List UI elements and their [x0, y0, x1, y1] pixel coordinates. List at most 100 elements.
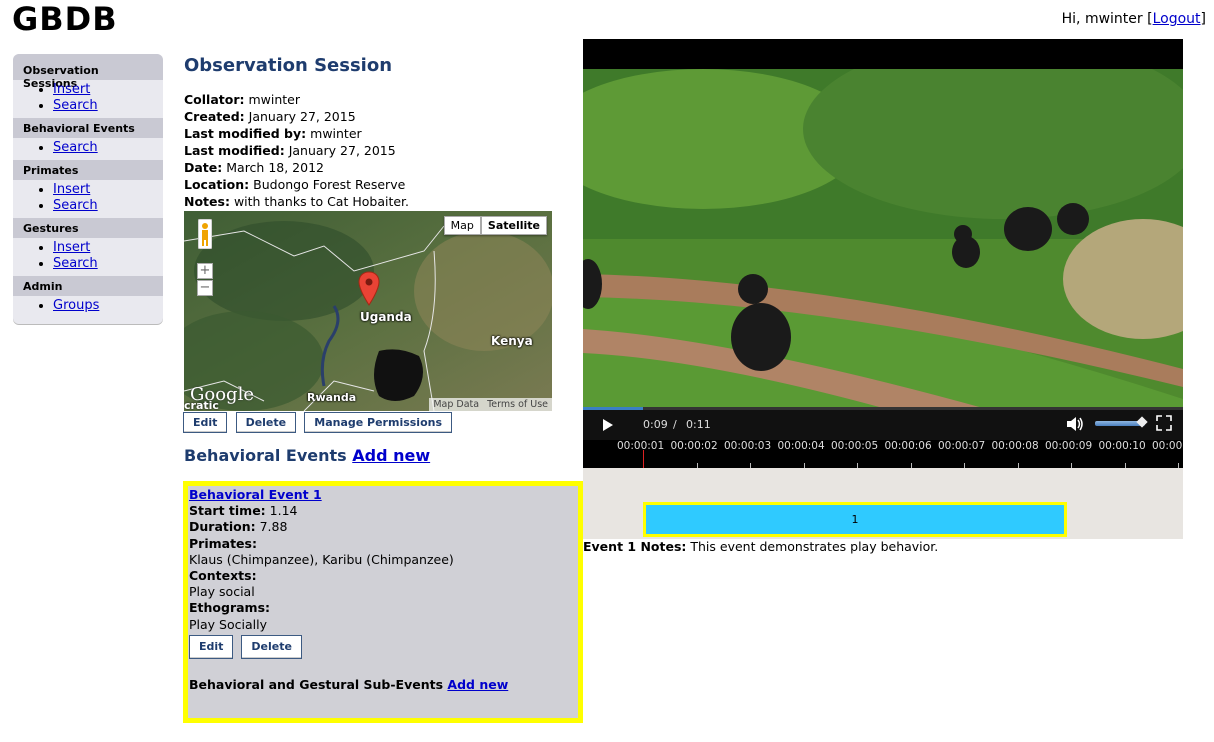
timeline-tick-label: 00:00:06 — [884, 440, 932, 452]
map-type-satellite-button[interactable]: Satellite — [480, 216, 547, 235]
field-label: Last modified: — [184, 143, 285, 158]
video-player[interactable] — [583, 39, 1183, 408]
behavioral-events-heading: Behavioral Events Add new — [184, 446, 430, 465]
sidebar-link-gestures-insert[interactable]: Insert — [53, 240, 90, 255]
start-time-label: Start time: — [189, 503, 266, 519]
field-date: Date: March 18, 2012 — [184, 159, 409, 176]
field-value: March 18, 2012 — [226, 160, 324, 175]
zoom-in-button[interactable]: + — [197, 263, 213, 279]
sidebar-list-primates: Insert Search — [13, 182, 163, 214]
primates-label-text: Primates: — [189, 535, 257, 551]
timeline-event-block[interactable]: 1 — [643, 502, 1067, 537]
field-location: Location: Budongo Forest Reserve — [184, 176, 409, 193]
sidebar-heading-gestures: Gestures — [13, 218, 163, 238]
sidebar-link-sessions-insert[interactable]: Insert — [53, 82, 90, 97]
location-map[interactable]: + − Map Satellite Uganda Kenya Rwanda Go… — [184, 211, 552, 411]
field-label: Created: — [184, 109, 245, 124]
primates-value: Klaus (Chimpanzee), Karibu (Chimpanzee) — [189, 551, 454, 567]
volume-icon[interactable] — [1066, 416, 1084, 432]
field-collator: Collator: mwinter — [184, 91, 409, 108]
contexts-value: Play social — [189, 584, 255, 600]
ethograms-label: Ethograms: — [189, 600, 578, 616]
video-frame — [583, 69, 1183, 408]
close-bracket: ] — [1200, 11, 1206, 27]
field-value: Budongo Forest Reserve — [253, 177, 406, 192]
primates-label: Primates: — [189, 536, 578, 552]
timeline-tick-label: 00:00:07 — [938, 440, 986, 452]
delete-event-button[interactable]: Delete — [241, 634, 302, 660]
field-value: January 27, 2015 — [248, 109, 356, 124]
contexts-label: Contexts: — [189, 568, 578, 584]
map-footer: Map Data Terms of Use — [429, 398, 552, 411]
event-duration: Duration: 7.88 — [189, 519, 578, 535]
start-time-value: 1.14 — [269, 503, 298, 519]
event-start-time: Start time: 1.14 — [189, 503, 578, 519]
add-sub-event-link[interactable]: Add new — [447, 677, 508, 692]
sidebar-heading-behavioral-events: Behavioral Events — [13, 118, 163, 138]
event-notes-label: Event 1 Notes: — [583, 539, 687, 554]
timeline-ruler[interactable]: 00:00:01 00:00:02 00:00:03 00:00:04 00:00:05… — [583, 440, 1183, 468]
event-title-link[interactable]: Behavioral Event 1 — [189, 487, 322, 502]
duration-label: Duration: — [189, 519, 256, 535]
edit-session-button[interactable]: Edit — [183, 412, 228, 433]
edit-event-button[interactable]: Edit — [189, 634, 234, 660]
timeline-tick-label: 00:00:05 — [831, 440, 879, 452]
fullscreen-icon[interactable] — [1156, 415, 1172, 431]
sidebar: Observation Sessions Insert Search Behav… — [13, 54, 163, 324]
timeline-tick-label: 00:00:01 — [617, 440, 665, 452]
sidebar-heading-observation-sessions: Observation Sessions — [13, 54, 163, 90]
sidebar-heading-primates: Primates — [13, 160, 163, 180]
timeline-tick-label: 00:00:04 — [777, 440, 825, 452]
sub-events-label: Behavioral and Gestural Sub-Events — [189, 677, 444, 693]
map-type-map-button[interactable]: Map — [443, 216, 481, 235]
field-label: Location: — [184, 177, 250, 192]
sidebar-link-gestures-search[interactable]: Search — [53, 256, 98, 271]
sidebar-link-events-search[interactable]: Search — [53, 140, 98, 155]
map-data-link[interactable]: Map Data — [429, 398, 483, 411]
greeting: Hi, mwinter [ — [1061, 11, 1153, 27]
add-behavioral-event-link[interactable]: Add new — [352, 446, 430, 465]
timeline-tick-label: 00:00:08 — [991, 440, 1039, 452]
timeline-tick-label: 00:00:10 — [1098, 440, 1146, 452]
event-actions: Edit Delete — [189, 634, 578, 660]
sidebar-link-primates-search[interactable]: Search — [53, 198, 98, 213]
field-label: Last modified by: — [184, 126, 307, 141]
behavioral-events-title: Behavioral Events — [184, 446, 347, 465]
field-label: Collator: — [184, 92, 245, 107]
map-label-rwanda: Rwanda — [307, 391, 357, 404]
timeline-playhead[interactable] — [643, 450, 644, 468]
field-value: January 27, 2015 — [288, 143, 396, 158]
site-logo: GBDB — [12, 0, 118, 38]
event-notes: Event 1 Notes: This event demonstrates p… — [583, 539, 938, 554]
sidebar-link-primates-insert[interactable]: Insert — [53, 182, 90, 197]
logout-link[interactable]: Logout — [1153, 11, 1201, 27]
sub-events-heading: Behavioral and Gestural Sub-Events Add n… — [189, 677, 578, 693]
map-label-uganda: Uganda — [360, 310, 412, 324]
time-separator: / — [673, 418, 677, 431]
event-track: 1 — [583, 468, 1183, 539]
sidebar-list-gestures: Insert Search — [13, 240, 163, 272]
map-label-kenya: Kenya — [491, 334, 533, 348]
zoom-out-button[interactable]: − — [197, 280, 213, 296]
timeline-tick-label: 00:00:02 — [670, 440, 718, 452]
delete-session-button[interactable]: Delete — [235, 412, 297, 433]
sidebar-link-admin-groups[interactable]: Groups — [53, 298, 99, 313]
ethograms-label-text: Ethograms: — [189, 600, 271, 616]
duration-value: 7.88 — [259, 519, 288, 535]
map-marker-icon[interactable] — [358, 271, 380, 307]
manage-permissions-button[interactable]: Manage Permissions — [304, 412, 453, 433]
field-last-modified: Last modified: January 27, 2015 — [184, 142, 409, 159]
terms-link[interactable]: Terms of Use — [483, 398, 552, 411]
contexts-label-text: Contexts: — [189, 568, 257, 584]
behavioral-event-card: Behavioral Event 1 Start time: 1.14 Dura… — [183, 481, 583, 723]
field-value: mwinter — [310, 126, 362, 141]
field-created: Created: January 27, 2015 — [184, 108, 409, 125]
play-icon[interactable] — [603, 419, 613, 431]
sidebar-link-sessions-search[interactable]: Search — [53, 98, 98, 113]
session-actions: Edit Delete Manage Permissions — [183, 412, 456, 433]
page-title: Observation Session — [184, 55, 393, 76]
pegman-icon[interactable] — [198, 219, 212, 249]
event-notes-text: This event demonstrates play behavior. — [690, 539, 939, 554]
field-label: Notes: — [184, 194, 230, 209]
field-value: with thanks to Cat Hobaiter. — [233, 194, 410, 209]
